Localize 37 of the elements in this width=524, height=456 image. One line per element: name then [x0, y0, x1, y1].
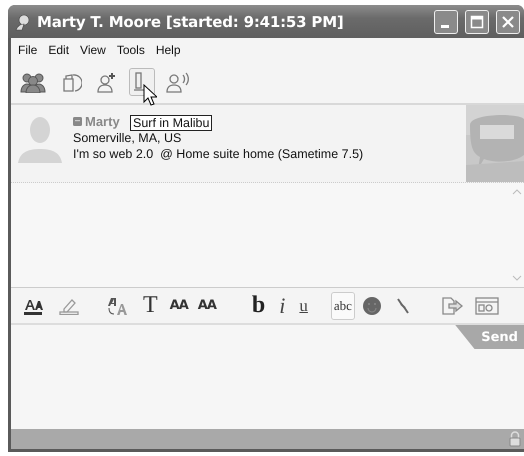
menu-item[interactable]: File: [18, 43, 38, 56]
bold-button[interactable]: b: [248, 292, 268, 320]
tooltip: Surf in Malibu: [130, 115, 212, 131]
menu-item[interactable]: Tools: [116, 43, 145, 56]
grow-font-button[interactable]: AA: [166, 292, 191, 320]
screen-capture-icon: [474, 296, 500, 316]
font-icon: [107, 296, 129, 316]
highlighter-icon: [59, 296, 79, 314]
app-logo-icon: [14, 12, 32, 30]
spell-check-button[interactable]: abc: [330, 292, 355, 320]
menu-item[interactable]: Help: [156, 43, 181, 56]
voice-person-icon: [166, 71, 192, 93]
window-title: Marty T. Moore [started: 9:41:53 PM]: [37, 12, 345, 30]
device-tool-button[interactable]: [129, 68, 155, 96]
people-icon: [20, 71, 46, 93]
underline-button[interactable]: u: [296, 292, 311, 320]
contact-name: Marty: [85, 114, 120, 128]
minimize-icon: [441, 24, 449, 28]
add-person-icon: [96, 71, 118, 93]
menu-item[interactable]: View: [80, 43, 106, 56]
close-icon: [501, 14, 515, 28]
italic-button[interactable]: i: [276, 292, 288, 320]
lock-icon: [509, 431, 521, 447]
menu-item[interactable]: Edit: [48, 43, 70, 56]
scroll-up-icon: [512, 189, 522, 195]
close-button[interactable]: [496, 10, 520, 34]
contact-location: Somerville, MA, US: [73, 131, 182, 145]
minimize-button[interactable]: [434, 10, 458, 34]
shrink-font-button[interactable]: AA: [194, 292, 219, 320]
maximize-icon: [470, 14, 484, 28]
font-style-button[interactable]: T: [140, 292, 161, 320]
send-file-icon: [440, 296, 464, 316]
smiley-face-icon: [362, 296, 382, 316]
scroll-down-icon: [512, 275, 522, 281]
status-icon: [73, 116, 82, 126]
maximize-button[interactable]: [465, 10, 489, 34]
status-message: I'm so web 2.0 @ Home suite home (Sametime 7.5): [73, 147, 364, 161]
